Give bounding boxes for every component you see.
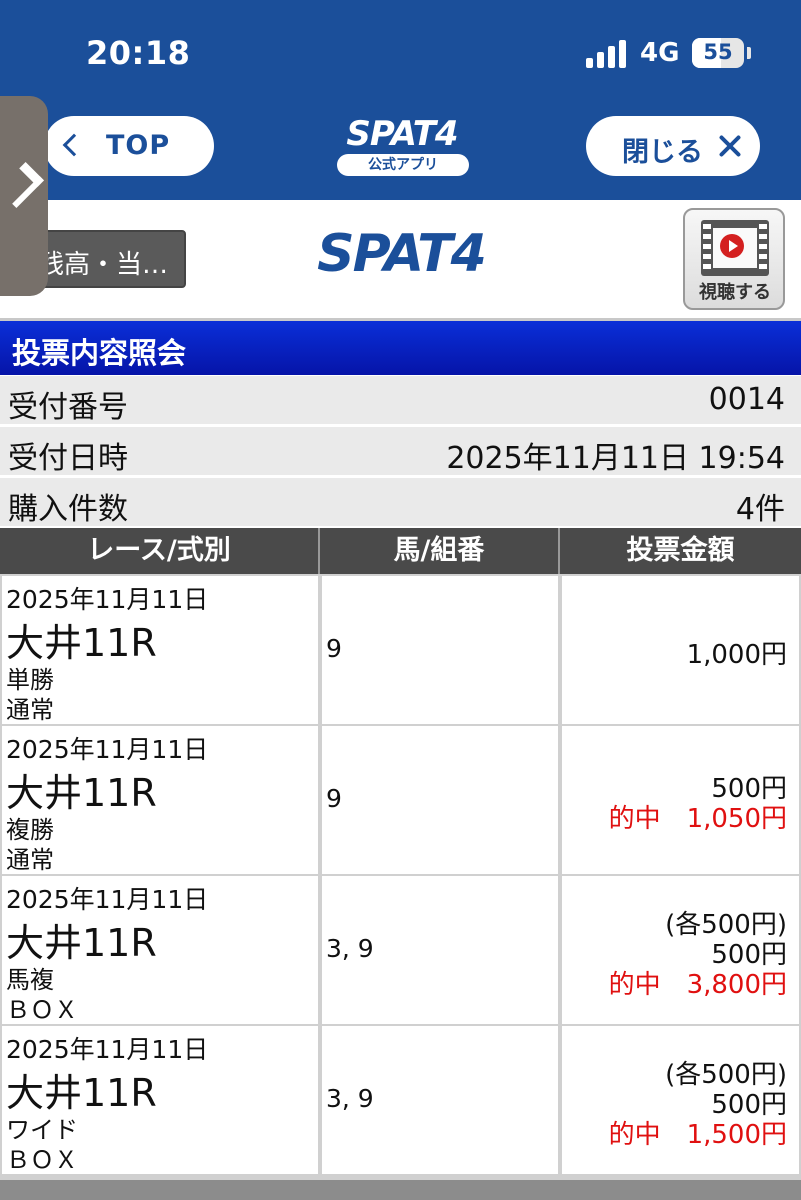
- horse-cell: 3, 9: [322, 1026, 558, 1174]
- watch-button[interactable]: 視聴する: [683, 208, 785, 310]
- bet-table-header: レース/式別 馬/組番 投票金額: [0, 528, 801, 574]
- race-name: 大井11R: [6, 621, 157, 665]
- race-date: 2025年11月11日: [6, 585, 209, 614]
- header-horse-number: 馬/組番: [320, 528, 560, 574]
- payout-hit: 的中 1,050円: [608, 804, 787, 834]
- top-button[interactable]: TOP: [44, 116, 214, 176]
- bet-method: ＢＯＸ: [6, 996, 78, 1024]
- status-time: 20:18: [86, 34, 191, 72]
- race-date: 2025年11月11日: [6, 1035, 209, 1064]
- signal-icon: [586, 40, 630, 68]
- race-date: 2025年11月11日: [6, 885, 209, 914]
- top-button-label: TOP: [106, 130, 171, 161]
- summary-value: 4件: [735, 492, 785, 527]
- horse-numbers: 3, 9: [326, 1084, 374, 1113]
- summary-label: 受付番号: [8, 390, 128, 425]
- race-cell: 2025年11月11日 大井11R 単勝 通常: [2, 576, 318, 724]
- bet-method: 通常: [6, 846, 54, 874]
- battery-nub: [747, 47, 751, 59]
- payout-hit: 的中 3,800円: [608, 970, 787, 1000]
- section-title: 投票内容照会: [12, 336, 187, 370]
- race-cell: 2025年11月11日 大井11R 複勝 通常: [2, 726, 318, 874]
- table-row: 2025年11月11日 大井11R 馬複 ＢＯＸ 3, 9 (各500円) 50…: [0, 876, 801, 1026]
- nav-logo-word: SPAT4: [346, 114, 458, 154]
- network-label: 4G: [640, 38, 680, 68]
- summary-label: 購入件数: [8, 492, 128, 527]
- amount-cell: (各500円) 500円 的中 3,800円: [562, 876, 799, 1024]
- spat4-logo: SPAT4: [317, 224, 487, 284]
- horse-cell: 9: [322, 576, 558, 724]
- race-cell: 2025年11月11日 大井11R ワイド ＢＯＸ: [2, 1026, 318, 1174]
- race-name: 大井11R: [6, 1071, 157, 1115]
- section-title-bar: 投票内容照会: [0, 321, 801, 375]
- horse-numbers: 9: [326, 784, 342, 813]
- amount-cell: 500円 的中 1,050円: [562, 726, 799, 874]
- bet-table-body: 2025年11月11日 大井11R 単勝 通常 9 1,000円 2025年11…: [0, 574, 801, 1180]
- summary-value: 0014: [708, 382, 785, 417]
- horse-cell: 9: [322, 726, 558, 874]
- payout-hit: 的中 1,500円: [608, 1120, 787, 1150]
- play-icon: [720, 234, 744, 258]
- horse-cell: 3, 9: [322, 876, 558, 1024]
- close-button[interactable]: 閉じる: [586, 116, 760, 176]
- bet-method: ＢＯＸ: [6, 1146, 78, 1174]
- table-row: 2025年11月11日 大井11R 複勝 通常 9 500円 的中 1,050円: [0, 726, 801, 876]
- table-row: 2025年11月11日 大井11R 単勝 通常 9 1,000円: [0, 576, 801, 726]
- summary-row-receipt-number: 受付番号 0014: [0, 376, 801, 426]
- top-nav-bar: 20:18 4G 55 TOP SPAT4 公式アプリ 閉じる: [0, 0, 801, 200]
- summary-value: 2025年11月11日 19:54: [446, 441, 785, 476]
- close-icon: [718, 134, 742, 158]
- chevron-left-icon: [62, 133, 86, 157]
- horse-numbers: 9: [326, 634, 342, 663]
- race-cell: 2025年11月11日 大井11R 馬複 ＢＯＸ: [2, 876, 318, 1024]
- amount-cell: (各500円) 500円 的中 1,500円: [562, 1026, 799, 1174]
- bet-method: 通常: [6, 696, 54, 724]
- summary-row-receipt-datetime: 受付日時 2025年11月11日 19:54: [0, 427, 801, 477]
- watch-button-label: 視聴する: [699, 282, 771, 303]
- nav-logo-sub: 公式アプリ: [337, 154, 469, 176]
- balance-button-label: 残高・当…: [38, 250, 169, 280]
- race-name: 大井11R: [6, 771, 157, 815]
- bet-amount: 1,000円: [686, 640, 787, 670]
- footer-divider: [0, 1180, 801, 1200]
- race-name: 大井11R: [6, 921, 157, 965]
- summary-label: 受付日時: [8, 441, 128, 476]
- race-date: 2025年11月11日: [6, 735, 209, 764]
- balance-button[interactable]: 残高・当…: [24, 230, 186, 288]
- side-drawer-handle[interactable]: [0, 96, 48, 296]
- table-row: 2025年11月11日 大井11R ワイド ＢＯＸ 3, 9 (各500円) 5…: [0, 1026, 801, 1176]
- spat4-app-logo: SPAT4 公式アプリ: [333, 114, 471, 180]
- summary-row-purchase-count: 購入件数 4件: [0, 478, 801, 528]
- battery-level: 55: [703, 40, 733, 64]
- close-button-label: 閉じる: [622, 137, 703, 168]
- battery-icon: 55: [692, 38, 744, 68]
- header-bet-amount: 投票金額: [626, 535, 735, 566]
- header-race-type: レース/式別: [0, 528, 320, 574]
- chevron-right-icon: [0, 162, 44, 208]
- horse-numbers: 3, 9: [326, 934, 374, 963]
- amount-cell: 1,000円: [562, 576, 799, 724]
